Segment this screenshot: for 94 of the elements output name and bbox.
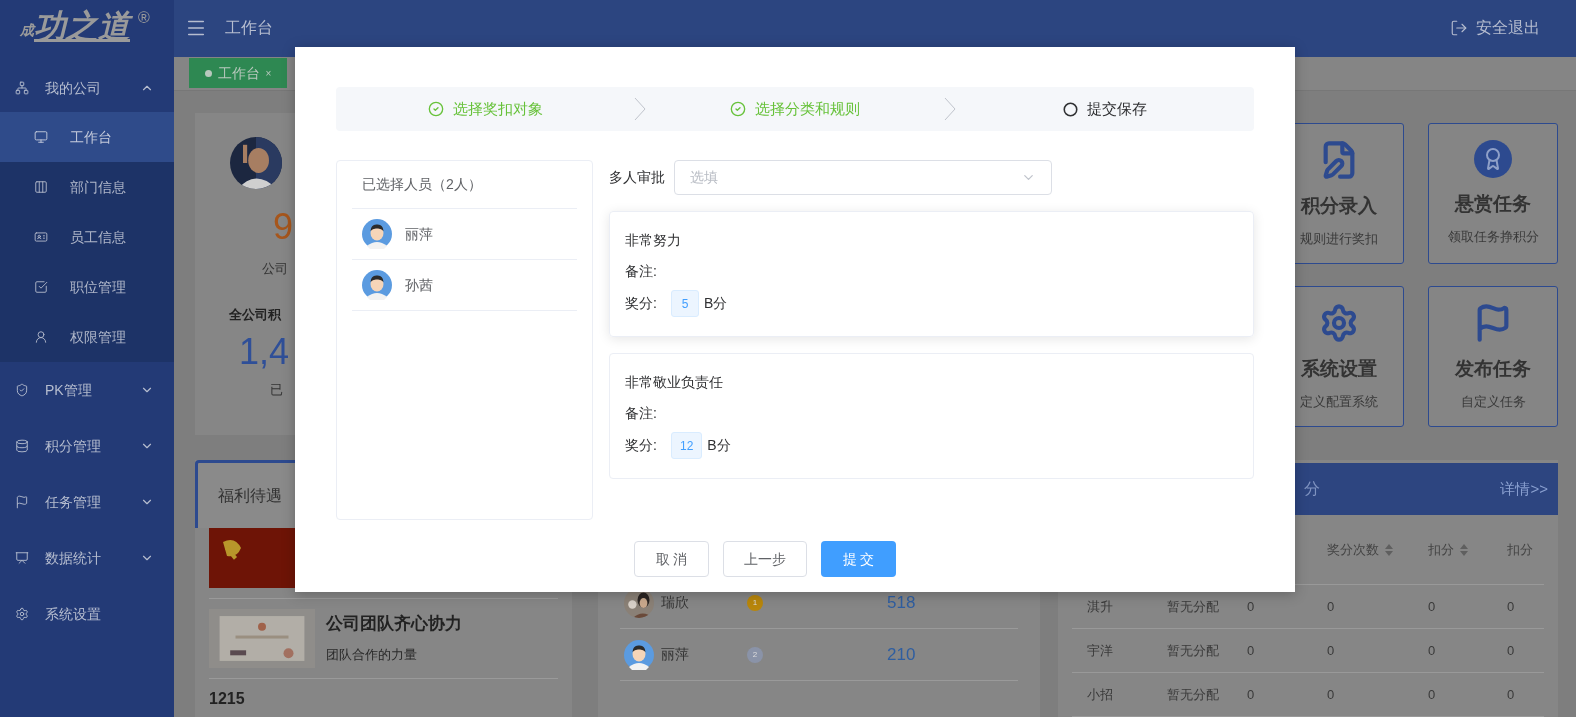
circle-icon [1063, 101, 1078, 117]
submenu-item[interactable]: 工作台 [0, 112, 174, 162]
logo-mark: 成 [20, 22, 34, 38]
dialog-button[interactable]: 上一步 [723, 541, 807, 577]
tile-title: 积分录入 [1301, 194, 1377, 218]
page-title: 工作台 [225, 18, 273, 39]
table-cell-text: 0 [1507, 641, 1516, 660]
note-label: 备注: [625, 404, 658, 423]
table-cell-text: 0 [1507, 597, 1516, 616]
award-icon [1474, 140, 1512, 178]
table-cell-text: 0 [1327, 641, 1336, 660]
total-label: 全公司积 [229, 305, 281, 324]
tile-subtitle: 规则进行奖扣 [1300, 229, 1378, 248]
menu-item[interactable]: 数据统计 [0, 530, 174, 586]
table-cell-text: 0 [1327, 685, 1336, 704]
note-label: 备注: [625, 262, 658, 281]
page-tab[interactable]: 工作台 × [189, 58, 287, 89]
table-cell-text: 0 [1247, 685, 1256, 704]
welfare-title: 公司团队齐心协力 [326, 613, 462, 635]
column-header[interactable]: 奖分次数 [1327, 539, 1379, 560]
table-cell-text: 宇洋 [1087, 641, 1114, 660]
tile-title: 发布任务 [1455, 357, 1531, 381]
menu-item[interactable]: 任务管理 [0, 474, 174, 530]
awarded-label: 已 [270, 381, 283, 399]
table-cell-text: 小招 [1087, 685, 1114, 704]
shortcut-tile[interactable]: 悬赏任务 领取任务挣积分 [1428, 123, 1558, 264]
step: 提交保存 [1063, 97, 1147, 121]
medal-icon: 1 [747, 594, 763, 611]
ranking-name: 丽萍 [661, 645, 690, 664]
column-header[interactable]: 扣分 [1428, 539, 1454, 560]
score-unit: B分 [707, 436, 731, 455]
table-title: 分 [1304, 479, 1320, 499]
table-cell-text: 暂无分配 [1167, 685, 1220, 704]
ranking-name: 瑞欣 [661, 593, 690, 612]
menu-item[interactable]: 系统设置 [0, 586, 174, 642]
menu-item[interactable]: 积分管理 [0, 418, 174, 474]
table-cell-text: 0 [1247, 641, 1256, 660]
welfare-tab[interactable]: 福利待遇 [195, 460, 295, 528]
score-value: 9 [273, 207, 294, 247]
avatar [362, 270, 392, 300]
submit-button[interactable]: 提 交 [821, 541, 896, 577]
column-header[interactable]: 扣分 [1507, 539, 1533, 560]
shortcut-tile[interactable]: 发布任务 自定义任务 [1428, 286, 1558, 427]
table-cell-text: 暂无分配 [1167, 597, 1220, 616]
logo-registered: ® [138, 8, 150, 28]
tile-title: 悬赏任务 [1455, 192, 1531, 216]
ranking-score: 210 [887, 643, 916, 666]
sort-icon[interactable] [1385, 542, 1393, 557]
table-cell-text: 0 [1428, 597, 1437, 616]
score-label: 奖分: [625, 436, 658, 455]
score-label: 奖分: [625, 294, 658, 313]
avatar [362, 219, 392, 249]
submenu-item[interactable]: 权限管理 [0, 312, 174, 362]
welfare-count: 1215 [209, 689, 245, 709]
logout-icon [1450, 19, 1468, 38]
check-circle-icon [427, 101, 444, 117]
logout-button[interactable]: 安全退出 [1450, 16, 1540, 41]
check-circle-icon [730, 101, 746, 117]
submenu-item[interactable]: 员工信息 [0, 212, 174, 262]
tile-subtitle: 领取任务挣积分 [1447, 227, 1539, 246]
sort-icon[interactable] [1460, 542, 1468, 557]
step: 选择分类和规则 [730, 97, 860, 121]
company-label: 公司 [262, 260, 288, 278]
table-cell-text: 0 [1507, 685, 1516, 704]
medal-icon: 2 [747, 646, 763, 663]
submenu-item[interactable]: 职位管理 [0, 262, 174, 312]
menu-item[interactable]: PK管理 [0, 362, 174, 418]
table-cell-text: 淇升 [1087, 597, 1114, 616]
dialog-button[interactable]: 取 消 [634, 541, 709, 577]
tile-subtitle: 定义配置系统 [1300, 392, 1378, 411]
tile-title: 系统设置 [1301, 357, 1377, 381]
rule-title: 非常努力 [625, 231, 682, 250]
details-link[interactable]: 详情>> [1500, 477, 1548, 501]
gear-icon [1319, 303, 1359, 343]
submenu-item[interactable]: 部门信息 [0, 162, 174, 212]
welfare-subtitle: 团队合作的力量 [326, 645, 418, 664]
total-value: 1,4 [239, 332, 290, 372]
table-cell-text: 暂无分配 [1167, 641, 1220, 660]
person-name: 丽萍 [405, 224, 433, 244]
avatar [624, 639, 654, 670]
table-cell-text: 0 [1428, 685, 1437, 704]
rule-title: 非常敬业负责任 [625, 373, 724, 392]
person-name: 孙茜 [405, 275, 433, 295]
tile-subtitle: 自定义任务 [1460, 392, 1526, 411]
score-unit: B分 [704, 294, 728, 313]
approval-label: 多人审批 [609, 168, 666, 187]
chevron-right-icon [944, 97, 956, 121]
step: 选择奖扣对象 [427, 97, 543, 121]
table-cell-text: 0 [1428, 641, 1437, 660]
table-cell-text: 0 [1247, 597, 1256, 616]
chevron-right-icon [634, 97, 646, 121]
ranking-score: 518 [887, 591, 916, 614]
people-title: 已选择人员（2人） [352, 161, 577, 209]
table-cell-text: 0 [1327, 597, 1336, 616]
